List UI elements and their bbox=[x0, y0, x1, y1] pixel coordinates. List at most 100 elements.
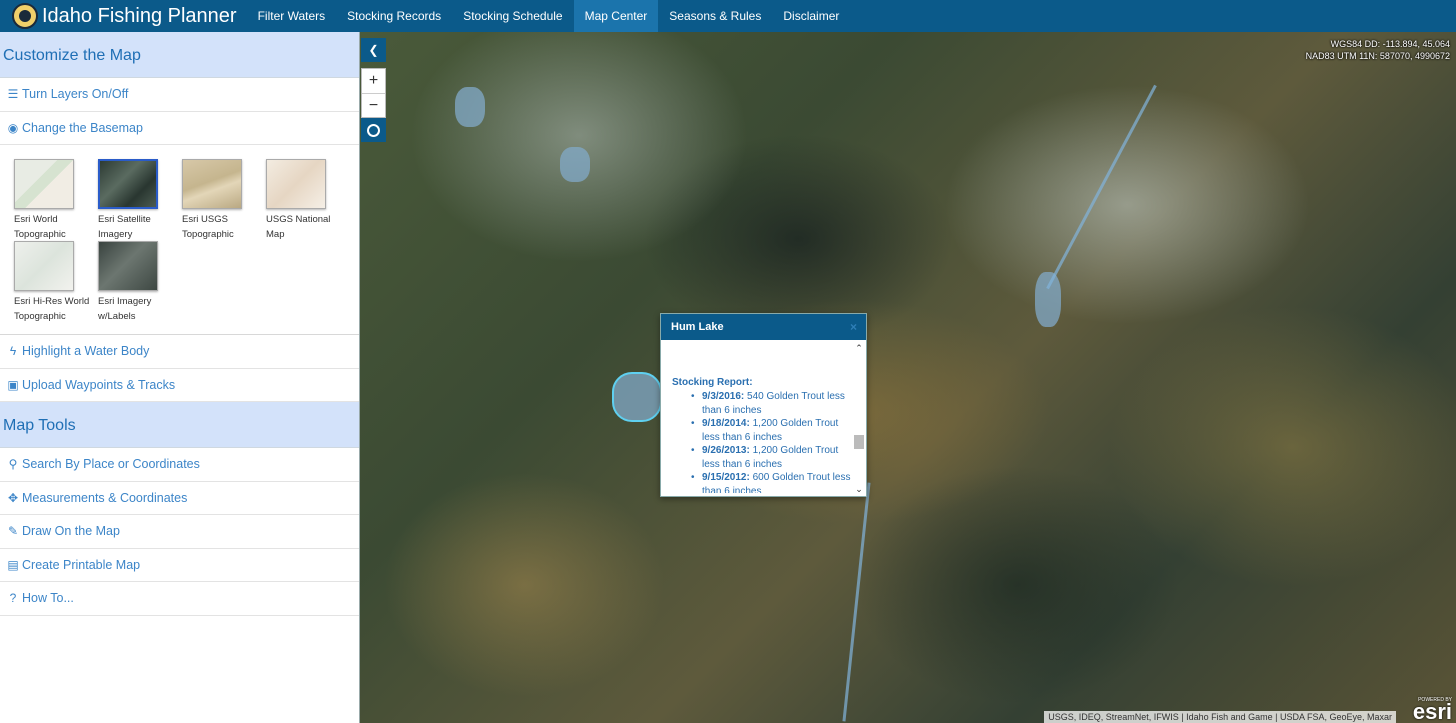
how-to-button[interactable]: ? How To... bbox=[0, 582, 359, 616]
idfg-logo-icon bbox=[12, 3, 38, 29]
print-label: Create Printable Map bbox=[22, 557, 141, 572]
basemap-esri-usgs-topographic[interactable]: Esri USGS Topographic bbox=[182, 159, 266, 241]
minus-icon: − bbox=[368, 96, 379, 114]
chevron-up-icon[interactable]: ⌃ bbox=[853, 342, 865, 354]
basemap-usgs-national-map[interactable]: USGS National Map bbox=[266, 159, 350, 241]
sidebar: Customize the Map ☰ Turn Layers On/Off ◉… bbox=[0, 32, 360, 723]
lake-popup: Hum Lake × Stocking Report: 9/3/2016: 54… bbox=[660, 313, 867, 497]
list-item: 9/26/2013: 1,200 Golden Trout less than … bbox=[672, 444, 854, 471]
record-date: 9/18/2014: bbox=[702, 418, 750, 429]
esri-logo[interactable]: POWERED BY esri bbox=[1412, 697, 1452, 723]
stream-line bbox=[842, 482, 871, 722]
basemap-gallery: Esri World Topographic Esri Satellite Im… bbox=[0, 145, 359, 335]
basemap-esri-satellite-imagery[interactable]: Esri Satellite Imagery bbox=[98, 159, 182, 241]
how-to-label: How To... bbox=[22, 591, 74, 606]
nav-seasons-rules[interactable]: Seasons & Rules bbox=[658, 0, 772, 32]
popup-title: Hum Lake bbox=[671, 321, 724, 333]
record-date: 9/3/2016: bbox=[702, 391, 745, 402]
coords-nad83: NAD83 UTM 11N: 587070, 4990672 bbox=[1305, 51, 1450, 61]
measurements-button[interactable]: ✥ Measurements & Coordinates bbox=[0, 482, 359, 515]
upload-icon: ▣ bbox=[7, 377, 19, 392]
coords-wgs84: WGS84 DD: -113.894, 45.064 bbox=[1330, 39, 1450, 49]
print-icon: ▤ bbox=[7, 557, 19, 572]
brand[interactable]: Idaho Fishing Planner bbox=[0, 0, 237, 32]
stocking-report-heading: Stocking Report: bbox=[672, 377, 753, 388]
upload-waypoints-button[interactable]: ▣ Upload Waypoints & Tracks bbox=[0, 369, 359, 402]
basemap-esri-hires-world-topographic[interactable]: Esri Hi-Res World Topographic bbox=[14, 241, 98, 323]
zoom-out-button[interactable]: − bbox=[362, 93, 385, 117]
basemap-thumbnail bbox=[182, 159, 242, 209]
popup-scrollbar[interactable]: ⌃ ⌄ bbox=[853, 342, 865, 495]
app-title: Idaho Fishing Planner bbox=[42, 4, 237, 27]
basemap-thumbnail bbox=[14, 159, 74, 209]
record-date: 9/15/2012: bbox=[702, 472, 750, 483]
upload-label: Upload Waypoints & Tracks bbox=[22, 377, 176, 392]
bolt-icon: ϟ bbox=[9, 344, 17, 359]
search-label: Search By Place or Coordinates bbox=[22, 457, 200, 472]
locate-button[interactable] bbox=[361, 118, 386, 142]
change-basemap-label: Change the Basemap bbox=[22, 120, 143, 135]
list-item: 9/15/2012: 600 Golden Trout less than 6 … bbox=[672, 471, 854, 493]
list-icon: ☰ bbox=[7, 87, 19, 102]
collapse-sidebar-button[interactable]: ❮ bbox=[361, 38, 386, 62]
change-basemap-button[interactable]: ◉ Change the Basemap bbox=[0, 112, 359, 145]
search-icon: ⚲ bbox=[8, 457, 18, 472]
zoom-in-button[interactable]: + bbox=[362, 69, 385, 93]
basemap-label: Esri Satellite Imagery bbox=[98, 214, 151, 240]
chevron-down-icon[interactable]: ⌄ bbox=[853, 483, 865, 495]
map-tools-heading: Map Tools bbox=[0, 402, 359, 448]
locate-icon bbox=[367, 123, 380, 137]
stream-line bbox=[1046, 84, 1157, 290]
list-item: 9/3/2016: 540 Golden Trout less than 6 i… bbox=[672, 390, 854, 417]
list-item: 9/18/2014: 1,200 Golden Trout less than … bbox=[672, 417, 854, 444]
top-navbar: Idaho Fishing Planner Filter Waters Stoc… bbox=[0, 0, 1456, 32]
main-nav: Filter Waters Stocking Records Stocking … bbox=[247, 0, 851, 32]
turn-layers-button[interactable]: ☰ Turn Layers On/Off bbox=[0, 78, 359, 112]
plus-icon: + bbox=[368, 72, 379, 89]
hum-lake-shape[interactable] bbox=[612, 372, 662, 422]
basemap-thumbnail bbox=[98, 159, 158, 209]
basemap-esri-imagery-labels[interactable]: Esri Imagery w/Labels bbox=[98, 241, 182, 323]
nav-disclaimer[interactable]: Disclaimer bbox=[772, 0, 850, 32]
zoom-control: + − bbox=[361, 68, 386, 118]
close-icon[interactable]: × bbox=[850, 320, 857, 334]
basemap-thumbnail bbox=[14, 241, 74, 291]
basemap-label: Esri USGS Topographic bbox=[182, 214, 234, 240]
draw-label: Draw On the Map bbox=[22, 524, 120, 539]
draw-on-map-button[interactable]: ✎ Draw On the Map bbox=[0, 515, 359, 549]
stocking-report-list: 9/3/2016: 540 Golden Trout less than 6 i… bbox=[672, 390, 854, 493]
popup-header: Hum Lake × bbox=[661, 314, 866, 340]
basemap-esri-world-topographic[interactable]: Esri World Topographic bbox=[14, 159, 98, 241]
customize-map-heading: Customize the Map bbox=[0, 32, 359, 78]
pencil-icon: ✎ bbox=[7, 524, 19, 539]
basemap-thumbnail bbox=[266, 159, 326, 209]
question-icon: ? bbox=[9, 591, 17, 606]
basemap-label: Esri Imagery w/Labels bbox=[98, 296, 152, 322]
chevron-left-icon: ❮ bbox=[368, 43, 379, 57]
measurements-label: Measurements & Coordinates bbox=[22, 490, 188, 505]
basemap-label: Esri World Topographic bbox=[14, 214, 66, 240]
search-place-button[interactable]: ⚲ Search By Place or Coordinates bbox=[0, 448, 359, 482]
globe-icon: ◉ bbox=[7, 120, 19, 135]
highlight-label: Highlight a Water Body bbox=[22, 344, 150, 359]
crosshair-icon: ✥ bbox=[7, 490, 19, 505]
nav-map-center[interactable]: Map Center bbox=[573, 0, 659, 32]
coordinate-readout: WGS84 DD: -113.894, 45.064 NAD83 UTM 11N… bbox=[1306, 38, 1450, 62]
printable-map-button[interactable]: ▤ Create Printable Map bbox=[0, 549, 359, 582]
map-attribution: USGS, IDEQ, StreamNet, IFWIS | Idaho Fis… bbox=[1044, 711, 1396, 723]
highlight-water-body-button[interactable]: ϟ Highlight a Water Body bbox=[0, 335, 359, 369]
lake-shape[interactable] bbox=[560, 147, 590, 182]
lake-shape[interactable] bbox=[455, 87, 485, 127]
basemap-label: Esri Hi-Res World Topographic bbox=[14, 296, 90, 322]
basemap-thumbnail bbox=[98, 241, 158, 291]
popup-content: Stocking Report: 9/3/2016: 540 Golden Tr… bbox=[661, 341, 854, 493]
nav-stocking-records[interactable]: Stocking Records bbox=[336, 0, 452, 32]
scrollbar-thumb[interactable] bbox=[854, 435, 864, 449]
esri-wordmark: esri bbox=[1412, 699, 1452, 723]
record-date: 9/26/2013: bbox=[702, 445, 750, 456]
map-view[interactable]: ❮ + − WGS84 DD: -113.894, 45.064 NAD83 U… bbox=[360, 32, 1456, 723]
nav-filter-waters[interactable]: Filter Waters bbox=[247, 0, 337, 32]
nav-stocking-schedule[interactable]: Stocking Schedule bbox=[452, 0, 573, 32]
basemap-label: USGS National Map bbox=[266, 214, 331, 240]
lake-shape[interactable] bbox=[1035, 272, 1061, 327]
